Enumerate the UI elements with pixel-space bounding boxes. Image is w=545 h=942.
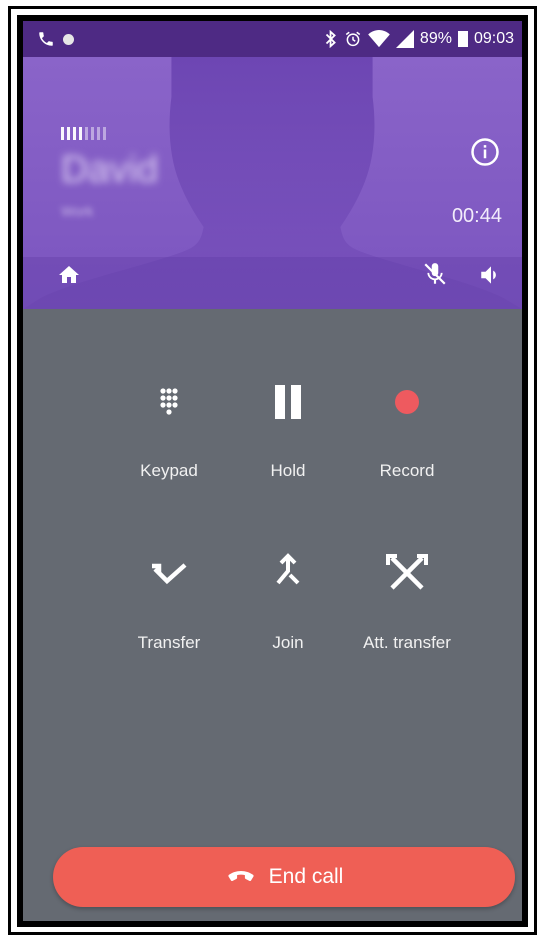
pause-icon bbox=[275, 385, 301, 419]
record-button[interactable]: Record bbox=[347, 381, 467, 481]
home-icon[interactable] bbox=[57, 263, 81, 287]
attended-transfer-icon bbox=[386, 554, 428, 590]
info-icon[interactable] bbox=[470, 137, 500, 167]
record-label: Record bbox=[379, 461, 435, 480]
merge-icon bbox=[276, 553, 300, 585]
status-bar-left bbox=[37, 30, 74, 48]
att-transfer-button[interactable]: Att. transfer bbox=[347, 553, 467, 653]
transfer-label: Transfer bbox=[137, 633, 201, 652]
keypad-icon bbox=[160, 388, 178, 415]
mic-off-icon[interactable] bbox=[422, 261, 448, 287]
record-icon bbox=[395, 390, 419, 414]
wifi-icon bbox=[368, 30, 390, 48]
join-button[interactable]: Join bbox=[228, 553, 348, 653]
hold-button[interactable]: Hold bbox=[228, 381, 348, 481]
call-timer: 00:44 bbox=[451, 205, 502, 227]
contact-number-label: Work bbox=[61, 203, 94, 219]
alarm-icon bbox=[345, 31, 361, 47]
status-bar-right: 89% 09:03 bbox=[324, 30, 514, 48]
join-label: Join bbox=[272, 633, 304, 652]
phone-icon bbox=[39, 32, 53, 46]
battery-percent: 89% bbox=[419, 30, 452, 47]
status-bar: 89% 09:03 bbox=[23, 21, 522, 57]
transfer-button[interactable]: Transfer bbox=[109, 553, 229, 653]
call-quality-indicator bbox=[61, 127, 106, 140]
speaker-icon[interactable] bbox=[478, 262, 504, 288]
hold-label: Hold bbox=[270, 461, 306, 480]
keypad-button[interactable]: Keypad bbox=[109, 381, 229, 481]
transfer-icon bbox=[152, 563, 187, 585]
battery-icon bbox=[457, 31, 468, 47]
att-transfer-label: Att. transfer bbox=[363, 633, 451, 652]
phone-screen: 89% 09:03 David Work 00:44 Keypad Hold R… bbox=[17, 15, 528, 927]
hang-up-icon bbox=[228, 871, 254, 882]
keypad-label: Keypad bbox=[140, 461, 198, 480]
end-call-label: End call bbox=[268, 865, 344, 888]
bluetooth-icon bbox=[325, 30, 336, 48]
contact-header: David Work 00:44 bbox=[23, 57, 522, 309]
end-call-button[interactable]: End call bbox=[53, 847, 515, 907]
call-controls-grid: Keypad Hold Record Transfer Join Att. tr… bbox=[23, 309, 522, 829]
cell-signal-icon bbox=[395, 30, 414, 48]
clock: 09:03 bbox=[473, 30, 514, 47]
notification-dot-icon bbox=[63, 33, 74, 45]
contact-name: David bbox=[61, 149, 159, 191]
